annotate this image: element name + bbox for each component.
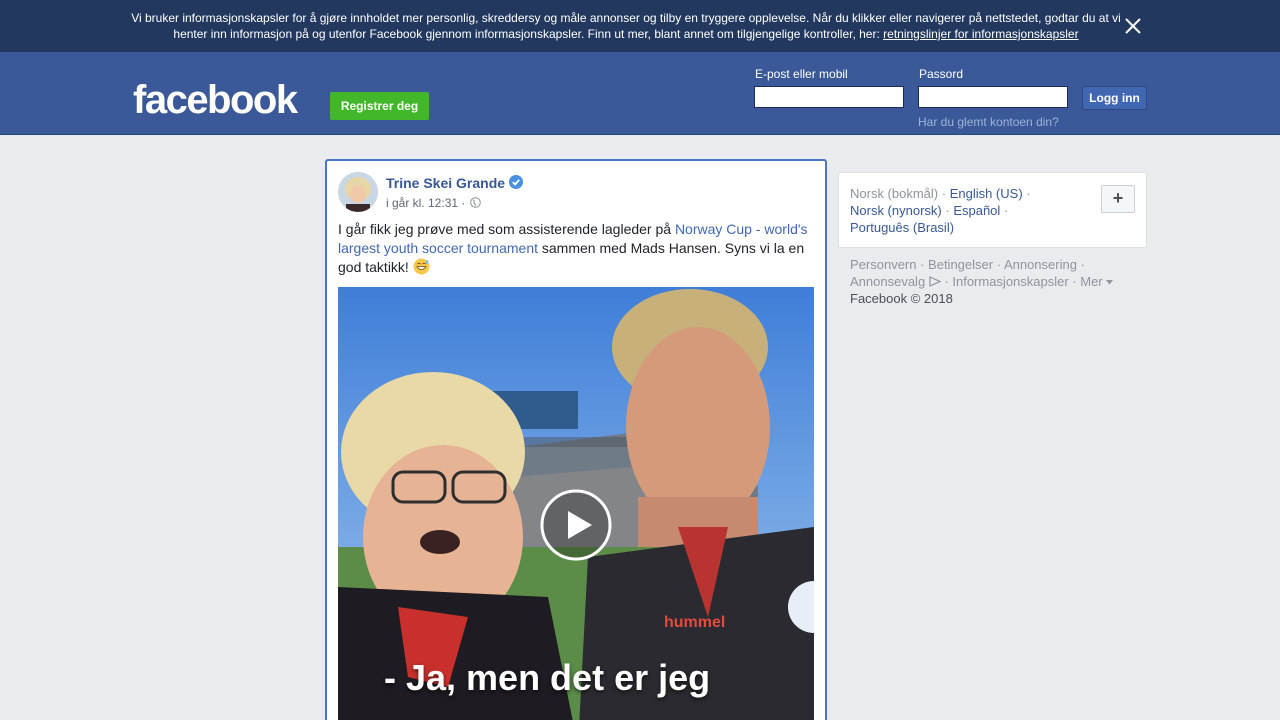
grinning-sweat-emoji-icon [413,258,430,275]
avatar-image [338,172,378,212]
caret-down-icon [1106,280,1114,285]
verified-badge-icon [509,175,523,189]
add-language-button[interactable]: + [1101,185,1135,213]
password-label: Passord [919,67,964,81]
password-field[interactable] [918,86,1068,108]
register-button[interactable]: Registrer deg [330,92,429,120]
post-text-before: I går fikk jeg prøve med som assisterend… [338,221,675,237]
footer-links: Personvern · Betingelser · Annonsering ·… [850,256,1150,307]
jersey-brand-text: hummel [664,614,725,631]
video-player[interactable]: hummel - Ja, men det er jeg [338,287,814,720]
footer-adchoices[interactable]: Annonsevalg [850,274,942,289]
forgot-account-link[interactable]: Har du glemt kontoen din? [918,115,1059,129]
current-language: Norsk (bokmål) [850,186,939,201]
copyright-text: Facebook © 2018 [850,291,953,306]
footer-adchoices-label: Annonsevalg [850,274,926,289]
top-header: facebook Registrer deg E-post eller mobi… [0,52,1280,135]
close-icon[interactable] [1122,15,1144,37]
footer-more[interactable]: Mer [1080,274,1114,289]
language-espanol[interactable]: Español [953,203,1000,218]
facebook-logo[interactable]: facebook [133,78,298,122]
post-card: Trine Skei Grande i går kl. 12:31 · I gå… [325,159,827,720]
play-icon[interactable] [540,489,612,561]
email-label: E-post eller mobil [755,67,848,81]
globe-icon [470,197,481,208]
cookie-banner-text-block: Vi bruker informasjonskapsler for å gjør… [131,10,1121,42]
post-author[interactable]: Trine Skei Grande [386,175,505,191]
cookie-policy-link[interactable]: retningslinjer for informasjonskapsler [883,27,1078,41]
login-button[interactable]: Logg inn [1082,86,1147,110]
cookie-banner: Vi bruker informasjonskapsler for å gjør… [0,0,1280,52]
language-list: Norsk (bokmål) · English (US) · Norsk (n… [850,186,1031,235]
footer-more-label: Mer [1080,274,1103,289]
post-timestamp[interactable]: i går kl. 12:31 · [386,196,465,210]
post-text: I går fikk jeg prøve med som assisterend… [338,220,816,277]
language-norsk-nynorsk[interactable]: Norsk (nynorsk) [850,203,942,218]
adchoices-icon [929,276,942,287]
email-field[interactable] [754,86,904,108]
video-caption: - Ja, men det er jeg [384,657,711,698]
language-english[interactable]: English (US) [950,186,1023,201]
footer-privacy[interactable]: Personvern [850,257,916,272]
language-selector-box: Norsk (bokmål) · English (US) · Norsk (n… [838,172,1147,248]
language-portugues[interactable]: Português (Brasil) [850,220,954,235]
footer-advertising[interactable]: Annonsering [1004,257,1077,272]
plus-icon: + [1112,188,1124,208]
footer-cookies[interactable]: Informasjonskapsler [952,274,1068,289]
footer-terms[interactable]: Betingelser [928,257,993,272]
avatar[interactable] [338,172,378,212]
